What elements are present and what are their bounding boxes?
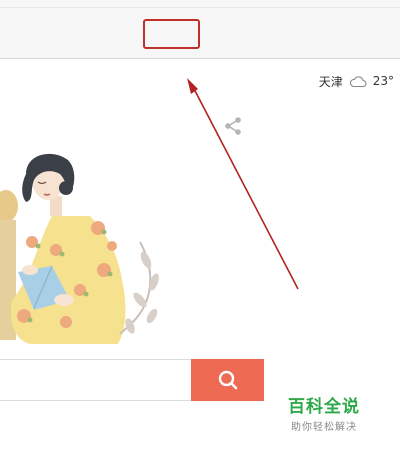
weather-city: 天津 bbox=[318, 74, 343, 89]
watermark-title: 百科全说 bbox=[288, 397, 360, 417]
toolbar-divider bbox=[0, 7, 400, 8]
red-highlight-box bbox=[143, 19, 200, 49]
share-icon[interactable] bbox=[223, 116, 243, 136]
woman-reading-illustration bbox=[0, 153, 159, 344]
browser-toolbar bbox=[0, 0, 400, 59]
watermark-subtitle: 助你轻松解决 bbox=[291, 422, 357, 433]
weather-widget[interactable]: 天津 23° bbox=[319, 72, 394, 90]
search-input[interactable] bbox=[0, 359, 191, 401]
search-icon bbox=[218, 370, 237, 390]
search-button[interactable] bbox=[191, 359, 264, 401]
cloud-icon bbox=[349, 76, 367, 88]
watermark: 百科全说 助你轻松解决 bbox=[282, 392, 366, 433]
weather-temperature: 23° bbox=[372, 74, 394, 88]
